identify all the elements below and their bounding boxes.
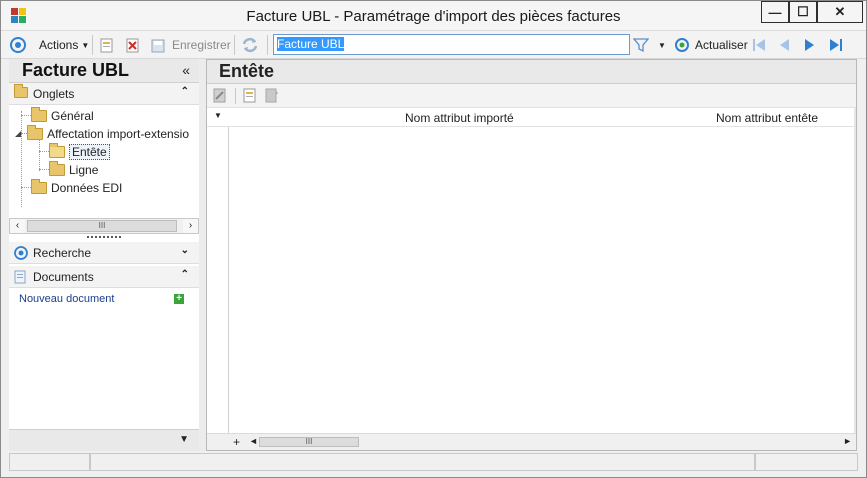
- pane-splitter[interactable]: [199, 59, 206, 451]
- vertical-scroll-strip: [854, 108, 856, 433]
- left-pane-title: Facture UBL: [22, 60, 130, 80]
- folder-icon: [14, 84, 28, 100]
- scroll-left-icon[interactable]: ‹: [10, 219, 25, 233]
- grid-header: ▼ Nom attribut importé Nom attribut entê…: [207, 108, 856, 127]
- next-record-icon[interactable]: [803, 35, 817, 55]
- tree-item-donnees-edi[interactable]: Données EDI: [31, 178, 123, 196]
- folder-icon: [49, 160, 65, 176]
- refresh-icon: [675, 38, 689, 52]
- tree-item-general[interactable]: Général: [31, 107, 94, 124]
- status-cell: [90, 453, 755, 471]
- scroll-thumb[interactable]: III: [27, 220, 177, 232]
- tree-item-entete[interactable]: Entête: [49, 142, 110, 160]
- maximize-button[interactable]: ☐: [789, 1, 817, 23]
- new-document-link[interactable]: Nouveau document: [19, 293, 114, 305]
- right-pane-title: Entête: [219, 61, 275, 81]
- delete-icon[interactable]: [125, 35, 140, 55]
- actions-menu-button[interactable]: Actions ▼: [39, 35, 89, 55]
- first-record-icon[interactable]: [751, 35, 767, 55]
- dropdown-arrow-icon[interactable]: ▼: [179, 434, 189, 445]
- grid-toolbar: [207, 84, 856, 108]
- dropdown-arrow-icon: ▼: [81, 40, 90, 50]
- documents-label: Documents: [33, 270, 94, 284]
- actions-label: Actions: [39, 38, 79, 52]
- tree-item-label: Données EDI: [51, 180, 123, 195]
- edit-icon[interactable]: [213, 88, 227, 106]
- status-bar: [9, 453, 858, 471]
- save-button[interactable]: Enregistrer: [151, 35, 231, 55]
- target-icon[interactable]: [10, 35, 26, 55]
- documents-section-header[interactable]: Documents ⌃: [9, 266, 199, 288]
- title-bar: Facture UBL - Paramétrage d'import des p…: [1, 1, 866, 31]
- sync-icon[interactable]: [241, 35, 259, 55]
- recherche-section-header[interactable]: Recherche ⌄: [9, 242, 199, 264]
- expanded-triangle-icon[interactable]: ◢: [15, 129, 21, 138]
- add-row-button[interactable]: +: [233, 435, 240, 449]
- folder-icon: [31, 107, 47, 122]
- left-pane: Facture UBL « Onglets ⌃ Général ◢ Affect: [9, 59, 199, 451]
- collapse-pane-button[interactable]: «: [182, 62, 190, 78]
- document-icon: [14, 270, 28, 284]
- minimize-button[interactable]: —: [761, 1, 789, 23]
- right-pane: Entête ▼ Nom attribut importé Nom attrib…: [206, 59, 857, 451]
- folder-icon: [27, 124, 44, 140]
- tree-item-label: Général: [51, 108, 94, 123]
- tree-item-label: Affectation import-extensio: [47, 126, 190, 141]
- save-icon: [151, 39, 165, 52]
- refresh-label: Actualiser: [695, 38, 748, 52]
- application-window: Facture UBL - Paramétrage d'import des p…: [0, 0, 867, 478]
- filter-icon[interactable]: [633, 35, 649, 55]
- chevron-down-icon[interactable]: ⌄: [181, 245, 189, 256]
- row-indicator-column: [207, 127, 229, 433]
- splitter-grip[interactable]: [87, 236, 121, 239]
- refresh-button[interactable]: Actualiser: [674, 35, 748, 55]
- tree-item-label: Ligne: [69, 162, 99, 177]
- left-pane-header: Facture UBL «: [9, 59, 199, 83]
- onglets-section-header[interactable]: Onglets ⌃: [9, 83, 199, 105]
- scroll-right-icon[interactable]: ›: [183, 219, 198, 233]
- status-cell: [9, 453, 90, 471]
- tree-item-ligne[interactable]: Ligne: [49, 160, 99, 178]
- close-button[interactable]: ✕: [817, 1, 863, 23]
- new-row-icon[interactable]: [243, 88, 257, 106]
- scroll-left-icon[interactable]: ◄: [249, 436, 258, 446]
- open-folder-icon: [49, 142, 65, 158]
- new-document-icon[interactable]: [99, 35, 114, 55]
- search-input[interactable]: Facture UBL: [273, 34, 630, 55]
- add-document-icon[interactable]: +: [174, 294, 184, 304]
- right-pane-header: Entête: [207, 60, 856, 84]
- chevron-up-icon[interactable]: ⌃: [181, 86, 189, 97]
- onglets-label: Onglets: [33, 87, 75, 101]
- save-label: Enregistrer: [172, 38, 231, 52]
- grid-horizontal-scrollbar[interactable]: + ◄ III ►: [207, 433, 856, 450]
- status-cell: [755, 453, 858, 471]
- tree-item-label: Entête: [69, 143, 110, 160]
- filter-dropdown-icon[interactable]: ▼: [658, 35, 666, 55]
- recherche-label: Recherche: [33, 246, 92, 260]
- scroll-right-icon[interactable]: ►: [843, 436, 852, 446]
- main-toolbar: Actions ▼ Enregistrer Facture UBL ▼ Actu…: [1, 31, 866, 59]
- target-icon: [14, 246, 28, 260]
- row-selector-dropdown-icon[interactable]: ▼: [214, 111, 222, 120]
- column-header[interactable]: Nom attribut importé: [405, 111, 514, 125]
- last-record-icon[interactable]: [828, 35, 844, 55]
- tree-horizontal-scrollbar[interactable]: ‹ III ›: [9, 218, 199, 234]
- delete-row-icon[interactable]: [265, 88, 279, 106]
- previous-record-icon[interactable]: [777, 35, 791, 55]
- window-title: Facture UBL - Paramétrage d'import des p…: [246, 8, 621, 25]
- folder-icon: [31, 178, 47, 194]
- search-value: Facture UBL: [277, 37, 345, 51]
- scroll-thumb[interactable]: III: [259, 437, 359, 447]
- chevron-up-icon[interactable]: ⌃: [181, 269, 189, 280]
- column-header[interactable]: Nom attribut entête: [716, 111, 818, 125]
- left-pane-footer: ▼: [9, 429, 199, 451]
- tree-item-affectation[interactable]: ◢ Affectation import-extensio: [15, 124, 190, 142]
